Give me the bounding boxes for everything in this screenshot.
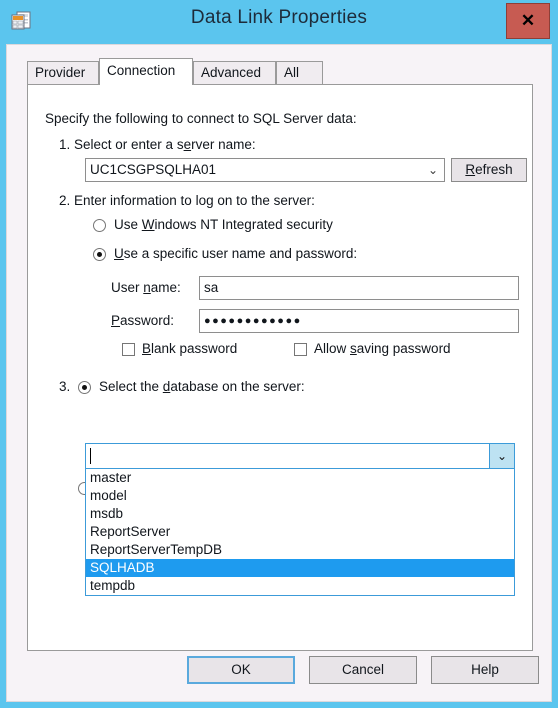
title-bar: Data Link Properties ✕ <box>0 0 558 44</box>
help-button[interactable]: Help <box>431 656 539 684</box>
password-label: Password: <box>111 313 175 328</box>
list-item[interactable]: msdb <box>86 505 514 523</box>
intro-text: Specify the following to connect to SQL … <box>45 111 357 126</box>
server-name-chevron-down-icon[interactable]: ⌄ <box>423 160 443 180</box>
list-item[interactable]: tempdb <box>86 577 514 595</box>
close-icon[interactable]: ✕ <box>506 3 550 39</box>
blank-password-label: Blank password <box>142 341 238 356</box>
refresh-button[interactable]: Refresh <box>451 158 527 182</box>
radio-specific-credentials[interactable] <box>93 248 106 261</box>
list-item[interactable]: master <box>86 469 514 487</box>
allow-saving-password-checkbox[interactable] <box>294 343 307 356</box>
tab-advanced[interactable]: Advanced <box>193 61 276 84</box>
tab-provider[interactable]: Provider <box>27 61 99 84</box>
ok-button[interactable]: OK <box>187 656 295 684</box>
database-combobox[interactable]: ⌄ <box>85 443 515 469</box>
step3-number: 3. <box>59 379 71 394</box>
data-link-properties-dialog: Data Link Properties ✕ Provider Connecti… <box>0 0 558 708</box>
dialog-body: Provider Connection Advanced All Specify… <box>6 44 552 702</box>
password-input[interactable]: ●●●●●●●●●●●● <box>199 309 519 333</box>
list-item-selected[interactable]: SQLHADB <box>86 559 514 577</box>
window-title: Data Link Properties <box>190 7 368 28</box>
tab-connection[interactable]: Connection <box>99 58 193 85</box>
step1-label: 1. Select or enter a server name: <box>59 137 256 152</box>
database-dropdown-list[interactable]: master model msdb ReportServer ReportSer… <box>85 469 515 596</box>
radio-select-database[interactable] <box>78 381 91 394</box>
username-label: User name: <box>111 280 181 295</box>
list-item[interactable]: ReportServer <box>86 523 514 541</box>
radio-specific-credentials-label: Use a specific user name and password: <box>114 246 358 261</box>
list-item[interactable]: ReportServerTempDB <box>86 541 514 559</box>
username-input[interactable]: sa <box>199 276 519 300</box>
radio-windows-nt-security-label: Use Windows NT Integrated security <box>114 217 333 232</box>
database-chevron-down-icon[interactable]: ⌄ <box>489 444 514 468</box>
radio-select-database-label: Select the database on the server: <box>99 379 305 394</box>
radio-windows-nt-security[interactable] <box>93 219 106 232</box>
list-item[interactable]: model <box>86 487 514 505</box>
text-cursor <box>90 448 91 464</box>
tab-all[interactable]: All <box>276 61 323 84</box>
step2-label: 2. Enter information to log on to the se… <box>59 193 315 208</box>
allow-saving-password-label: Allow saving password <box>314 341 451 356</box>
cancel-button[interactable]: Cancel <box>309 656 417 684</box>
server-name-input[interactable]: UC1CSGPSQLHA01 <box>85 158 445 182</box>
blank-password-checkbox[interactable] <box>122 343 135 356</box>
